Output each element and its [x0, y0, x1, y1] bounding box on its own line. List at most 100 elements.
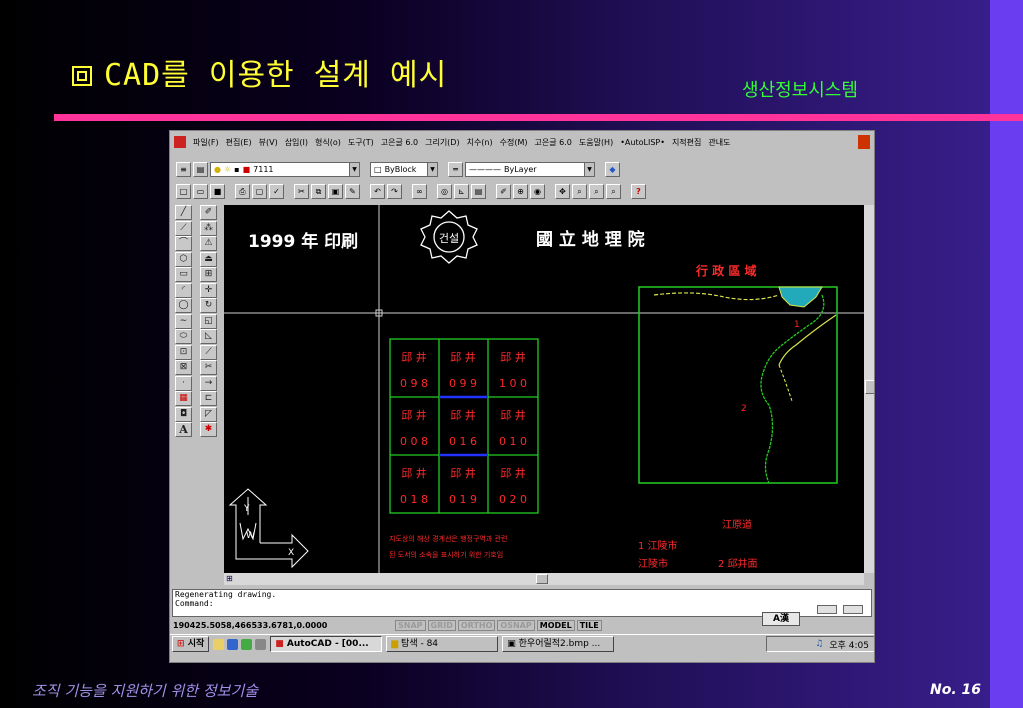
channels-icon[interactable]	[255, 638, 267, 650]
help-icon[interactable]: ?	[631, 183, 646, 199]
line-icon[interactable]: ╱	[175, 205, 192, 220]
model-toggle[interactable]: MODEL	[536, 619, 575, 631]
pan-icon[interactable]: ✥	[555, 183, 570, 199]
extend-icon[interactable]: →	[200, 375, 217, 391]
linetype-manager-icon[interactable]: ═	[448, 161, 463, 177]
redraw-icon[interactable]: ✐	[496, 183, 511, 199]
open-folder-icon[interactable]: ▭	[193, 183, 208, 199]
new-file-icon[interactable]: □	[176, 183, 191, 199]
vertical-scrollbar[interactable]	[864, 205, 874, 573]
circle-icon[interactable]: ◯	[175, 298, 192, 313]
outlook-icon[interactable]	[241, 638, 253, 650]
arc-icon[interactable]: ◜	[175, 282, 192, 298]
tile-toggle[interactable]: TILE	[576, 619, 602, 631]
polyline-icon[interactable]: ⌒	[175, 236, 192, 251]
task-explorer[interactable]: ▆ 탐색 - 84	[386, 636, 499, 652]
menu-modify[interactable]: 수정(M)	[500, 137, 528, 148]
color-dropdown[interactable]: □ ByBlock ▼	[370, 161, 438, 177]
menu-file[interactable]: 파일(F)	[193, 137, 219, 148]
zoom-window-icon[interactable]: ⌕	[589, 183, 604, 199]
linetype-dropdown[interactable]: ———— ByLayer ▼	[465, 161, 595, 177]
copy-icon[interactable]: ⧉	[311, 183, 326, 199]
scale-icon[interactable]: ◱	[200, 313, 217, 329]
snap-toggle[interactable]: SNAP	[395, 619, 426, 631]
region-icon[interactable]: ◘	[175, 406, 192, 422]
osnap-toggle[interactable]: OSNAP	[497, 619, 535, 631]
desktop-icon[interactable]	[213, 638, 225, 650]
mirror-icon[interactable]: ⚠	[200, 236, 217, 251]
horizontal-scroll-thumb[interactable]	[536, 574, 548, 584]
named-views-icon[interactable]: ◉	[530, 183, 545, 199]
autocad-app-icon[interactable]	[174, 136, 186, 148]
model-tab-icon[interactable]: ⊞	[226, 574, 238, 584]
stretch-icon[interactable]: ◺	[200, 329, 217, 344]
menu-edit[interactable]: 편집(E)	[226, 137, 252, 148]
paste-icon[interactable]: ▣	[328, 183, 343, 199]
copy-object-icon[interactable]: ⁂	[200, 220, 217, 236]
scroll-right-button[interactable]	[843, 605, 863, 614]
redo-icon[interactable]: ↷	[387, 183, 402, 199]
menu-tools[interactable]: 도구(T)	[348, 137, 374, 148]
multiline-text-icon[interactable]: A	[175, 422, 192, 437]
hatch-icon[interactable]: ▦	[175, 391, 192, 406]
ortho-toggle[interactable]: ORTHO	[457, 619, 496, 631]
tray-network-icon[interactable]: ♫	[815, 639, 823, 649]
trim-icon[interactable]: ✂	[200, 360, 217, 375]
osnap-icon[interactable]: ◎	[437, 183, 452, 199]
menu-draw[interactable]: 그리기(D)	[425, 137, 459, 148]
layer-dropdown[interactable]: ● ☼ ▪ ■ 7111 ▼	[210, 161, 360, 177]
construction-line-icon[interactable]: ⟋	[175, 220, 192, 236]
menu-help[interactable]: 도움말(H)	[579, 137, 613, 148]
rectangle-icon[interactable]: ▭	[175, 267, 192, 282]
hyperlink-icon[interactable]: ∞	[412, 183, 427, 199]
print-icon[interactable]: ⎙	[235, 183, 250, 199]
save-icon[interactable]: ■	[210, 183, 225, 199]
rotate-icon[interactable]: ↻	[200, 298, 217, 313]
insert-block-icon[interactable]: ⊡	[175, 344, 192, 360]
move-icon[interactable]: ✛	[200, 282, 217, 298]
aerial-view-icon[interactable]: ⊕	[513, 183, 528, 199]
menu-autolisp[interactable]: •AutoLISP•	[620, 138, 665, 147]
match-properties-icon[interactable]: ✎	[345, 183, 360, 199]
layer-manager-icon[interactable]: ≡	[176, 161, 191, 177]
start-button[interactable]: ⊞ 시작	[172, 636, 210, 652]
cut-icon[interactable]: ✂	[294, 183, 309, 199]
task-autocad[interactable]: ■ AutoCAD - [00...	[270, 636, 383, 652]
offset-icon[interactable]: ⏏	[200, 251, 217, 267]
drawing-canvas[interactable]: 1999 年 印刷 國 立 地 理 院 건설 行 政 區 域 1 2 邱 井 邱…	[224, 205, 864, 573]
polygon-icon[interactable]: ⬡	[175, 251, 192, 267]
lengthen-icon[interactable]: ⟋	[200, 344, 217, 360]
break-icon[interactable]: ⊏	[200, 391, 217, 406]
command-prompt[interactable]: Command:	[175, 599, 871, 608]
undo-icon[interactable]: ↶	[370, 183, 385, 199]
make-layer-current-icon[interactable]: ▤	[193, 161, 208, 177]
browser-icon[interactable]	[227, 638, 239, 650]
tray-clock[interactable]: 오후 4:05	[829, 638, 869, 651]
menu-view[interactable]: 뷰(V)	[259, 137, 278, 148]
grid-toggle[interactable]: GRID	[427, 619, 456, 631]
ucs-icon[interactable]: ⊾	[454, 183, 469, 199]
menu-font-1[interactable]: 고은글 6.0	[381, 137, 418, 148]
menu-insert[interactable]: 삽입(I)	[285, 137, 308, 148]
zoom-previous-icon[interactable]: ⌕	[606, 183, 621, 199]
array-icon[interactable]: ⊞	[200, 267, 217, 282]
window-control-icon[interactable]	[858, 135, 870, 149]
ellipse-icon[interactable]: ⬭	[175, 329, 192, 344]
menu-font-2[interactable]: 고은글 6.0	[535, 137, 572, 148]
explode-icon[interactable]: ✱	[200, 422, 217, 437]
task-image[interactable]: ▣ 한우어릴적2.bmp ...	[502, 636, 615, 652]
menu-cadastral-edit[interactable]: 지적편집	[672, 137, 701, 148]
horizontal-scrollbar[interactable]: ⊞	[224, 573, 864, 585]
scroll-left-button[interactable]	[817, 605, 837, 614]
vertical-scroll-thumb[interactable]	[865, 380, 874, 394]
menu-dimension[interactable]: 치수(n)	[467, 137, 493, 148]
menu-jurisdiction-map[interactable]: 관내도	[708, 137, 730, 148]
point-icon[interactable]: ·	[175, 375, 192, 391]
erase-icon[interactable]: ✐	[200, 205, 217, 220]
properties-icon[interactable]: ◆	[605, 161, 620, 177]
print-preview-icon[interactable]: ▢	[252, 183, 267, 199]
spline-icon[interactable]: ∼	[175, 313, 192, 329]
zoom-realtime-icon[interactable]: ⌕	[572, 183, 587, 199]
chamfer-icon[interactable]: ◸	[200, 406, 217, 422]
inquiry-icon[interactable]: ▤	[471, 183, 486, 199]
